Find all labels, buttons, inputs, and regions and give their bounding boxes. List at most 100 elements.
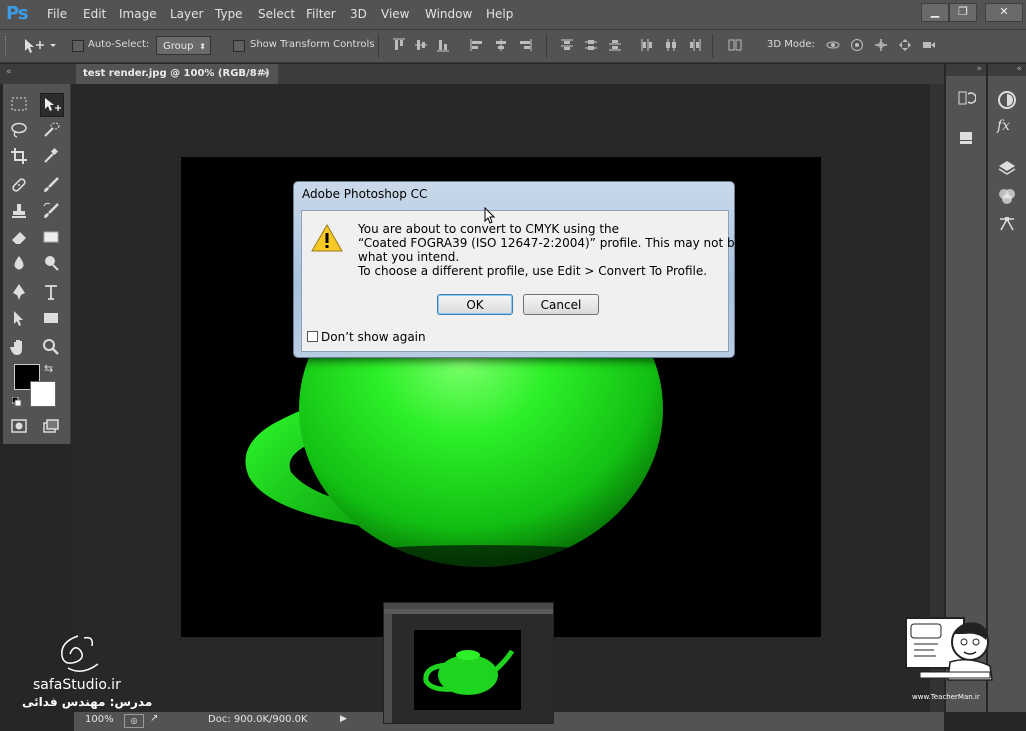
auto-select-checkbox[interactable] bbox=[72, 40, 84, 52]
status-menu-arrow-icon[interactable]: ▶ bbox=[340, 714, 347, 724]
dodge-icon[interactable] bbox=[40, 252, 62, 274]
message-line-3: what you intend. bbox=[358, 250, 460, 264]
close-tab-icon[interactable]: × bbox=[262, 64, 270, 84]
history-brush-icon[interactable] bbox=[40, 200, 62, 222]
show-transform-checkbox[interactable] bbox=[233, 40, 245, 52]
menu-layer[interactable]: Layer bbox=[170, 7, 203, 21]
teacherman-logo-icon bbox=[900, 610, 996, 692]
separator bbox=[546, 34, 547, 58]
distribute-hcenter-icon[interactable] bbox=[664, 38, 678, 52]
move-tool-preset-icon[interactable] bbox=[22, 37, 58, 55]
share-icon[interactable]: ↗ bbox=[150, 713, 158, 724]
dock-collapse-icon[interactable]: » bbox=[946, 64, 986, 76]
collapse-icon[interactable]: « bbox=[6, 67, 12, 77]
auto-select-target-select[interactable]: Group ⬍ bbox=[156, 36, 211, 55]
type-icon[interactable] bbox=[40, 281, 62, 303]
3d-mode-label: 3D Mode: bbox=[767, 39, 815, 50]
menu-edit[interactable]: Edit bbox=[83, 7, 106, 21]
menu-image[interactable]: Image bbox=[119, 7, 157, 21]
stepper-icon: ⬍ bbox=[199, 42, 206, 51]
ok-button[interactable]: OK bbox=[437, 294, 513, 315]
close-button[interactable]: ✕ bbox=[985, 3, 1023, 22]
zoom-level[interactable]: 100% bbox=[85, 714, 114, 725]
align-vcenter-icon[interactable] bbox=[414, 38, 428, 52]
auto-align-layers-icon[interactable] bbox=[728, 38, 742, 52]
mouse-cursor-icon bbox=[484, 206, 496, 225]
distribute-right-icon[interactable] bbox=[688, 38, 702, 52]
align-bottom-icon[interactable] bbox=[436, 38, 450, 52]
quick-selection-icon[interactable] bbox=[40, 119, 62, 141]
history-panel-icon[interactable] bbox=[956, 88, 977, 108]
screen-mode-icon[interactable] bbox=[40, 415, 62, 437]
paths-panel-icon[interactable] bbox=[997, 214, 1017, 234]
message-line-2: “Coated FOGRA39 (ISO 12647-2:2004)” prof… bbox=[358, 236, 742, 250]
dont-show-again-checkbox[interactable] bbox=[307, 331, 318, 342]
distribute-bottom-icon[interactable] bbox=[608, 38, 622, 52]
3d-slide-icon[interactable] bbox=[898, 38, 914, 52]
styles-fx-icon[interactable]: fx bbox=[997, 118, 1017, 138]
lasso-icon[interactable] bbox=[8, 119, 30, 141]
eraser-icon[interactable] bbox=[8, 226, 30, 248]
document-tab-label: test render.jpg @ 100% (RGB/8#) bbox=[83, 68, 270, 79]
document-tab[interactable]: test render.jpg @ 100% (RGB/8#) × bbox=[76, 64, 278, 84]
align-hcenter-icon[interactable] bbox=[494, 38, 508, 52]
align-left-icon[interactable] bbox=[470, 38, 484, 52]
align-top-icon[interactable] bbox=[392, 38, 406, 52]
group-select-value: Group bbox=[163, 41, 194, 52]
3d-roll-icon[interactable] bbox=[850, 38, 866, 52]
menu-file[interactable]: File bbox=[47, 7, 67, 21]
align-right-icon[interactable] bbox=[518, 38, 532, 52]
eyedropper-icon[interactable] bbox=[40, 145, 62, 167]
thumbnail-image bbox=[384, 603, 553, 723]
3d-orbit-icon[interactable] bbox=[826, 38, 842, 52]
swap-colors-icon[interactable]: ⇆ bbox=[44, 362, 56, 375]
properties-panel-icon[interactable] bbox=[956, 128, 976, 148]
background-color-swatch[interactable] bbox=[30, 381, 56, 407]
dialog-body: You are about to convert to CMYK using t… bbox=[301, 210, 742, 352]
layers-panel-icon[interactable] bbox=[997, 158, 1017, 178]
quick-mask-icon[interactable] bbox=[8, 415, 30, 437]
restore-button[interactable]: ❐ bbox=[949, 3, 977, 22]
menu-help[interactable]: Help bbox=[486, 7, 513, 21]
distribute-top-icon[interactable] bbox=[560, 38, 574, 52]
blur-icon[interactable] bbox=[8, 252, 30, 274]
photoshop-logo: Ps bbox=[6, 3, 29, 24]
minimize-button[interactable]: ▁ bbox=[921, 3, 949, 22]
menu-bar: Ps File Edit Image Layer Type Select Fil… bbox=[0, 0, 1026, 30]
channels-panel-icon[interactable] bbox=[997, 186, 1017, 206]
crop-icon[interactable] bbox=[8, 145, 30, 167]
menu-filter[interactable]: Filter bbox=[306, 7, 336, 21]
healing-brush-icon[interactable] bbox=[8, 174, 30, 196]
instructor-credit: مدرس: مهندس فدائی bbox=[22, 695, 153, 709]
menu-window[interactable]: Window bbox=[425, 7, 472, 21]
brush-icon[interactable] bbox=[40, 174, 62, 196]
video-thumbnail bbox=[383, 602, 554, 724]
path-selection-icon[interactable] bbox=[8, 307, 30, 329]
cancel-button[interactable]: Cancel bbox=[523, 294, 599, 315]
3d-pan-icon[interactable] bbox=[874, 38, 890, 52]
clone-stamp-icon[interactable] bbox=[8, 200, 30, 222]
camera-icon[interactable]: ◎ bbox=[124, 714, 144, 728]
dock-collapse-icon[interactable]: « bbox=[988, 64, 1026, 76]
safa-studio-logo-icon bbox=[48, 632, 104, 678]
menu-3d[interactable]: 3D bbox=[350, 7, 367, 21]
show-transform-label: Show Transform Controls bbox=[250, 39, 375, 50]
3d-scale-icon[interactable] bbox=[922, 38, 938, 52]
default-colors-icon[interactable] bbox=[11, 396, 22, 407]
menu-select[interactable]: Select bbox=[258, 7, 295, 21]
color-panel-icon[interactable] bbox=[997, 90, 1017, 110]
convert-cmyk-dialog: Adobe Photoshop CC You are about to conv… bbox=[293, 181, 742, 358]
menu-view[interactable]: View bbox=[381, 7, 409, 21]
menu-type[interactable]: Type bbox=[215, 7, 243, 21]
zoom-icon[interactable] bbox=[40, 336, 62, 358]
rectangle-shape-icon[interactable] bbox=[40, 307, 62, 329]
rectangular-marquee-icon[interactable] bbox=[8, 93, 30, 115]
gradient-icon[interactable] bbox=[40, 226, 62, 248]
hand-icon[interactable] bbox=[8, 336, 30, 358]
auto-select-label: Auto-Select: bbox=[88, 39, 150, 50]
distribute-vcenter-icon[interactable] bbox=[584, 38, 598, 52]
distribute-left-icon[interactable] bbox=[640, 38, 654, 52]
teacherman-site: www.TeacherMan.ir bbox=[912, 693, 980, 701]
move-tool-icon[interactable] bbox=[40, 93, 64, 117]
pen-icon[interactable] bbox=[8, 281, 30, 303]
